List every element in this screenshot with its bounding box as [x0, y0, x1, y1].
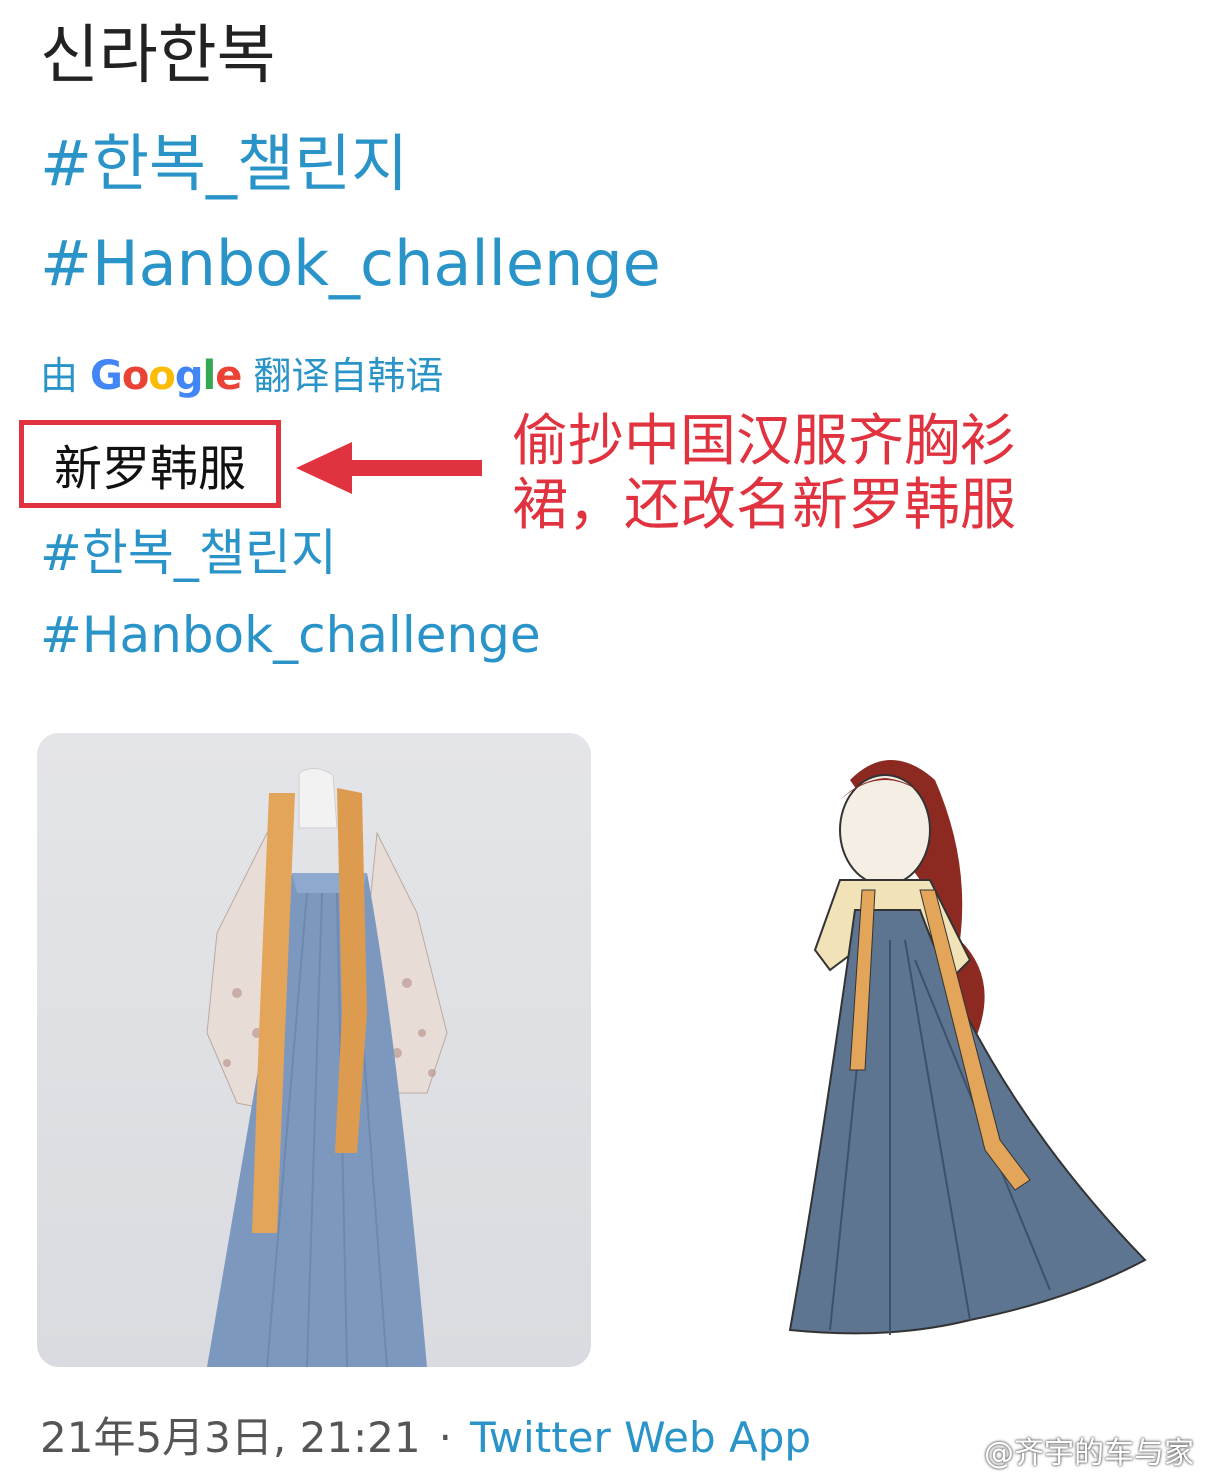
hashtag-korean[interactable]: #한복_챌린지 [40, 125, 408, 203]
mannequin-image [206, 768, 448, 1367]
tweet-title: 신라한복 [40, 19, 276, 93]
translation-attribution[interactable]: 由 Google 翻译自韩语 [40, 350, 443, 402]
annotation-text: 偷抄中国汉服齐胸衫裙，还改名新罗韩服 [512, 409, 1016, 538]
tweet-timestamp[interactable]: 21年5月3日, 21:21 [40, 1410, 421, 1466]
illustration-image [788, 760, 1147, 1335]
tweet-footer: 21年5月3日, 21:21 · Twitter Web App [40, 1410, 811, 1466]
translated-hashtag-korean[interactable]: #한복_챌린지 [40, 522, 337, 584]
tweet-source-link[interactable]: Twitter Web App [470, 1410, 811, 1466]
arrow-icon [296, 442, 482, 494]
translation-prefix: 由 [40, 354, 79, 398]
watermark: @齐宇的车与家 [940, 1428, 1194, 1472]
footer-separator: · [438, 1413, 452, 1462]
watermark-text: @齐宇的车与家 [984, 1436, 1194, 1471]
translation-suffix: 翻译自韩语 [253, 354, 444, 398]
weibo-icon [940, 1437, 976, 1465]
translated-hashtag-english[interactable]: #Hanbok_challenge [40, 604, 541, 666]
google-logo: Google [90, 353, 242, 399]
highlight-box: 新罗韩服 [19, 420, 281, 508]
character-illustration [770, 740, 1170, 1360]
hashtag-english[interactable]: #Hanbok_challenge [40, 225, 661, 303]
tweet-photo[interactable] [37, 733, 591, 1367]
translated-title: 新罗韩服 [53, 441, 246, 497]
